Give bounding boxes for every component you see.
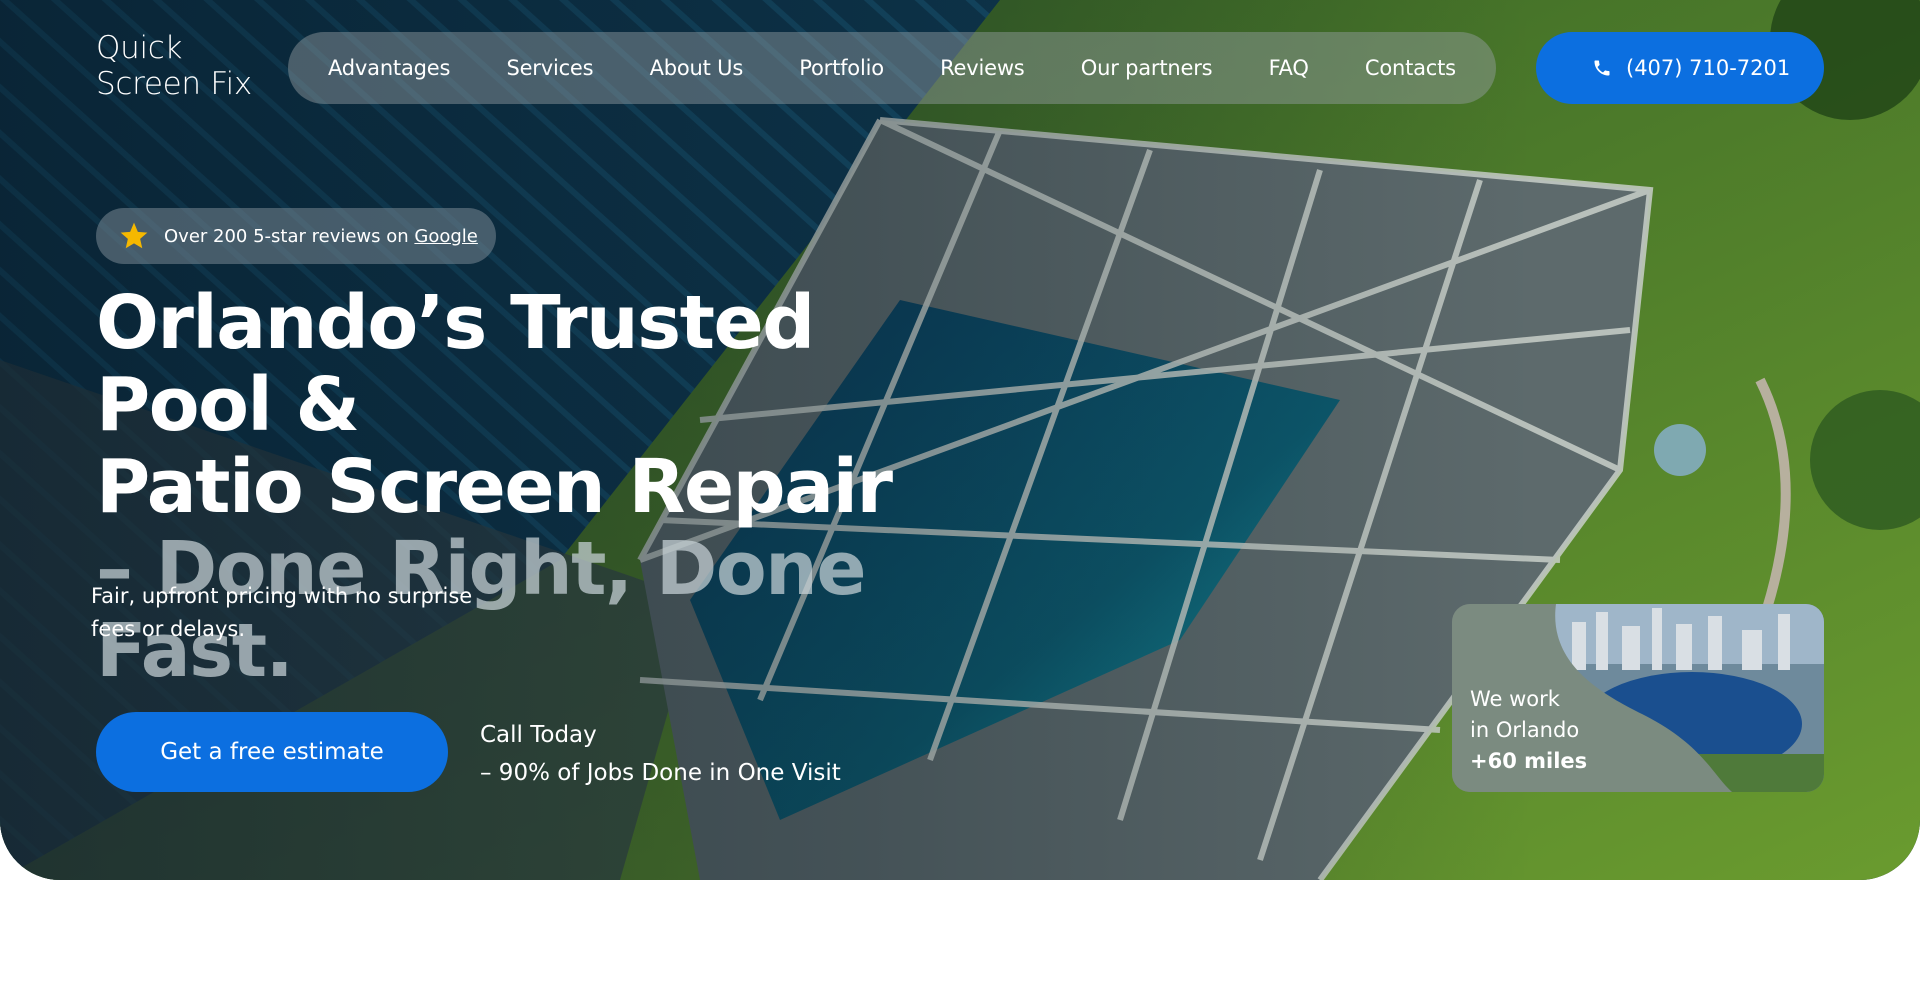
one-visit-label: – 90% of Jobs Done in One Visit: [480, 760, 841, 786]
google-reviews-badge: Over 200 5-star reviews on Google: [96, 208, 496, 264]
nav-item-our-partners[interactable]: Our partners: [1081, 56, 1213, 80]
main-nav: Advantages Services About Us Portfolio R…: [288, 32, 1496, 104]
nav-item-faq[interactable]: FAQ: [1269, 56, 1309, 80]
phone-call-button[interactable]: (407) 710-7201: [1536, 32, 1824, 104]
nav-item-portfolio[interactable]: Portfolio: [799, 56, 884, 80]
call-today-text: Call Today – 90% of Jobs Done in One Vis…: [480, 716, 900, 792]
service-area-line-1: We work: [1470, 687, 1560, 711]
nav-item-about-us[interactable]: About Us: [650, 56, 744, 80]
nav-item-advantages[interactable]: Advantages: [328, 56, 450, 80]
hero-section: Quick Screen Fix Advantages Services Abo…: [0, 0, 1920, 880]
reviews-text: Over 200 5-star reviews on Google: [164, 226, 478, 247]
nav-item-contacts[interactable]: Contacts: [1365, 56, 1456, 80]
service-area-text: We work in Orlando +60 miles: [1470, 684, 1587, 777]
phone-icon: [1594, 60, 1610, 76]
hero-title-line-2: Patio Screen Repair: [96, 444, 893, 530]
service-area-line-2: in Orlando: [1470, 718, 1580, 742]
nav-item-services[interactable]: Services: [506, 56, 593, 80]
hero-subtitle: Fair, upfront pricing with no surprise f…: [91, 584, 473, 641]
brand-logo[interactable]: Quick Screen Fix: [96, 30, 276, 102]
service-radius: +60 miles: [1470, 749, 1588, 773]
reviews-text-label: Over 200 5-star reviews on: [164, 225, 415, 247]
google-reviews-link[interactable]: Google: [414, 226, 477, 247]
hero-title-line-1: Orlando’s Trusted Pool &: [96, 280, 815, 448]
free-estimate-button[interactable]: Get a free estimate: [96, 712, 448, 792]
call-today-label: Call Today: [480, 722, 597, 748]
service-area-card: We work in Orlando +60 miles: [1452, 604, 1824, 792]
nav-item-reviews[interactable]: Reviews: [940, 56, 1025, 80]
phone-number: (407) 710-7201: [1626, 56, 1791, 80]
star-icon: [120, 222, 148, 249]
